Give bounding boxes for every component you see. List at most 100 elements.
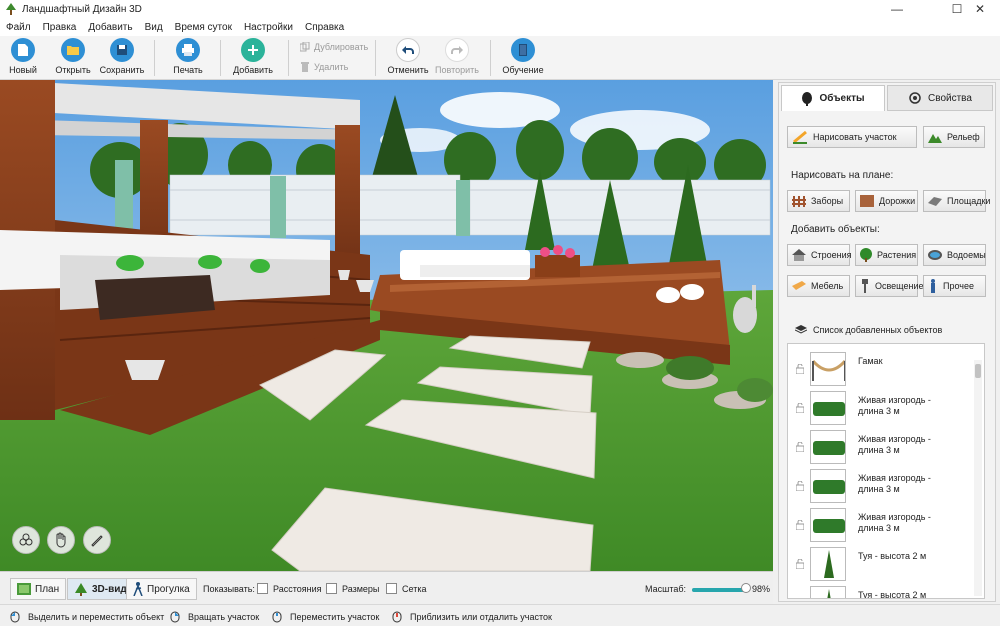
list-item[interactable]: Туя - высота 2 м bbox=[788, 584, 968, 599]
plants-label: Растения bbox=[877, 250, 917, 260]
list-item[interactable]: Туя - высота 2 м bbox=[788, 545, 968, 583]
list-item[interactable]: Живая изгородь - длина 3 м bbox=[788, 428, 968, 466]
unlock-icon[interactable] bbox=[796, 481, 804, 491]
new-button[interactable]: Новый bbox=[8, 38, 38, 78]
added-objects-list[interactable]: Гамак Живая изгородь - длина 3 м Живая и… bbox=[787, 343, 985, 599]
hint4-text: Приблизить или отдалить участок bbox=[410, 612, 552, 622]
add-button[interactable]: Добавить bbox=[233, 38, 273, 78]
list-item[interactable]: Гамак bbox=[788, 350, 968, 388]
toolbar-separator bbox=[288, 40, 289, 76]
menu-help[interactable]: Справка bbox=[299, 22, 350, 33]
menu-view[interactable]: Вид bbox=[139, 22, 169, 33]
hand-pan-tool-button[interactable] bbox=[47, 526, 75, 554]
list-title-text: Список добавленных объектов bbox=[813, 325, 943, 335]
unlock-icon[interactable] bbox=[796, 403, 804, 413]
ruler-tool-button[interactable] bbox=[83, 526, 111, 554]
list-item-name: Туя - высота 2 м bbox=[858, 590, 927, 599]
tab-walk-label: Прогулка bbox=[147, 583, 190, 595]
menu-add[interactable]: Добавить bbox=[82, 22, 138, 33]
list-item-name: Гамак bbox=[858, 356, 883, 366]
unlock-icon[interactable] bbox=[796, 559, 804, 569]
select-move-tool-button[interactable] bbox=[12, 526, 40, 554]
unlock-icon[interactable] bbox=[796, 442, 804, 452]
list-item-name: Живая изгородь - длина 3 м bbox=[858, 434, 931, 455]
toolbar: Новый Открыть Сохранить Печать Добавить … bbox=[0, 36, 1000, 80]
relief-label: Рельеф bbox=[947, 132, 980, 142]
window-title: Ландшафтный Дизайн 3D bbox=[22, 3, 142, 15]
tab-walk[interactable]: Прогулка bbox=[126, 578, 197, 600]
delete-button[interactable]: Удалить bbox=[300, 62, 348, 72]
tree-silhouette-icon bbox=[802, 91, 813, 106]
tree-icon bbox=[75, 583, 87, 596]
list-scrollbar[interactable] bbox=[974, 360, 982, 596]
bench-icon bbox=[792, 281, 806, 290]
delete-label: Удалить bbox=[314, 62, 349, 72]
fences-button[interactable]: Заборы bbox=[787, 190, 850, 212]
objects-icon bbox=[19, 533, 33, 546]
furniture-button[interactable]: Мебель bbox=[787, 275, 850, 297]
duplicate-icon bbox=[300, 42, 310, 52]
list-item[interactable]: Живая изгородь - длина 3 м bbox=[788, 506, 968, 544]
distances-checkbox[interactable]: Расстояния bbox=[257, 583, 321, 594]
paths-label: Дорожки bbox=[879, 196, 916, 206]
duplicate-button[interactable]: Дублировать bbox=[300, 42, 368, 52]
hedge-thumbnail bbox=[810, 430, 846, 464]
tab-objects-label: Объекты bbox=[819, 93, 865, 104]
tab-3d-view[interactable]: 3D-вид bbox=[67, 578, 134, 600]
buildings-label: Строения bbox=[811, 250, 852, 260]
gear-icon bbox=[909, 92, 921, 104]
scrollbar-thumb[interactable] bbox=[975, 364, 981, 378]
pond-icon bbox=[928, 250, 942, 260]
lighting-button[interactable]: Освещение bbox=[855, 275, 924, 297]
title-bar: Ландшафтный Дизайн 3D — ☐ ✕ bbox=[0, 0, 1000, 18]
unlock-icon[interactable] bbox=[796, 598, 804, 599]
redo-button[interactable]: Повторить bbox=[435, 38, 479, 78]
paths-button[interactable]: Дорожки bbox=[855, 190, 918, 212]
open-button[interactable]: Открыть bbox=[55, 38, 91, 78]
new-file-icon bbox=[11, 38, 35, 62]
platforms-button[interactable]: Площадки bbox=[923, 190, 990, 212]
redo-label: Повторить bbox=[435, 65, 479, 75]
tab-properties[interactable]: Свойства bbox=[887, 85, 993, 111]
list-item[interactable]: Живая изгородь - длина 3 м bbox=[788, 467, 968, 505]
menu-settings[interactable]: Настройки bbox=[238, 22, 299, 33]
zoom-slider-track[interactable] bbox=[692, 588, 747, 592]
undo-button[interactable]: Отменить bbox=[387, 38, 429, 78]
mouse-wheel-icon bbox=[392, 611, 402, 623]
relief-button[interactable]: Рельеф bbox=[923, 126, 985, 148]
other-button[interactable]: Прочее bbox=[923, 275, 986, 297]
checkbox-box[interactable] bbox=[257, 583, 268, 594]
checkbox-box[interactable] bbox=[386, 583, 397, 594]
zoom-value: 98% bbox=[752, 584, 771, 594]
tab-objects[interactable]: Объекты bbox=[781, 85, 885, 111]
list-item[interactable]: Живая изгородь - длина 3 м bbox=[788, 389, 968, 427]
menu-file[interactable]: Файл bbox=[0, 22, 37, 33]
ponds-button[interactable]: Водоемы bbox=[923, 244, 986, 266]
checkbox-box[interactable] bbox=[326, 583, 337, 594]
draw-area-button[interactable]: Нарисовать участок bbox=[787, 126, 917, 148]
hand-icon bbox=[56, 532, 66, 548]
toolbar-separator bbox=[220, 40, 221, 76]
close-button[interactable]: ✕ bbox=[960, 0, 1000, 18]
hammock-thumbnail bbox=[810, 352, 846, 386]
fence-icon bbox=[792, 196, 806, 207]
print-button[interactable]: Печать bbox=[173, 38, 203, 78]
menu-edit[interactable]: Правка bbox=[37, 22, 83, 33]
plants-button[interactable]: Растения bbox=[855, 244, 918, 266]
tab-plan[interactable]: План bbox=[10, 578, 67, 600]
unlock-icon[interactable] bbox=[796, 520, 804, 530]
buildings-button[interactable]: Строения bbox=[787, 244, 852, 266]
path-tile-icon bbox=[860, 195, 874, 207]
sizes-checkbox[interactable]: Размеры bbox=[326, 583, 379, 594]
thuja-thumbnail bbox=[810, 586, 846, 598]
menu-time-of-day[interactable]: Время суток bbox=[169, 22, 238, 33]
save-button[interactable]: Сохранить bbox=[100, 38, 144, 78]
minimize-button[interactable]: — bbox=[877, 0, 917, 18]
zoom-slider-thumb[interactable] bbox=[740, 583, 751, 593]
unlock-icon[interactable] bbox=[796, 364, 804, 374]
3d-viewport[interactable] bbox=[0, 80, 773, 571]
add-label: Добавить bbox=[233, 65, 273, 75]
plan-icon bbox=[17, 583, 31, 595]
grid-checkbox[interactable]: Сетка bbox=[386, 583, 426, 594]
learn-button[interactable]: Обучение bbox=[502, 38, 544, 78]
